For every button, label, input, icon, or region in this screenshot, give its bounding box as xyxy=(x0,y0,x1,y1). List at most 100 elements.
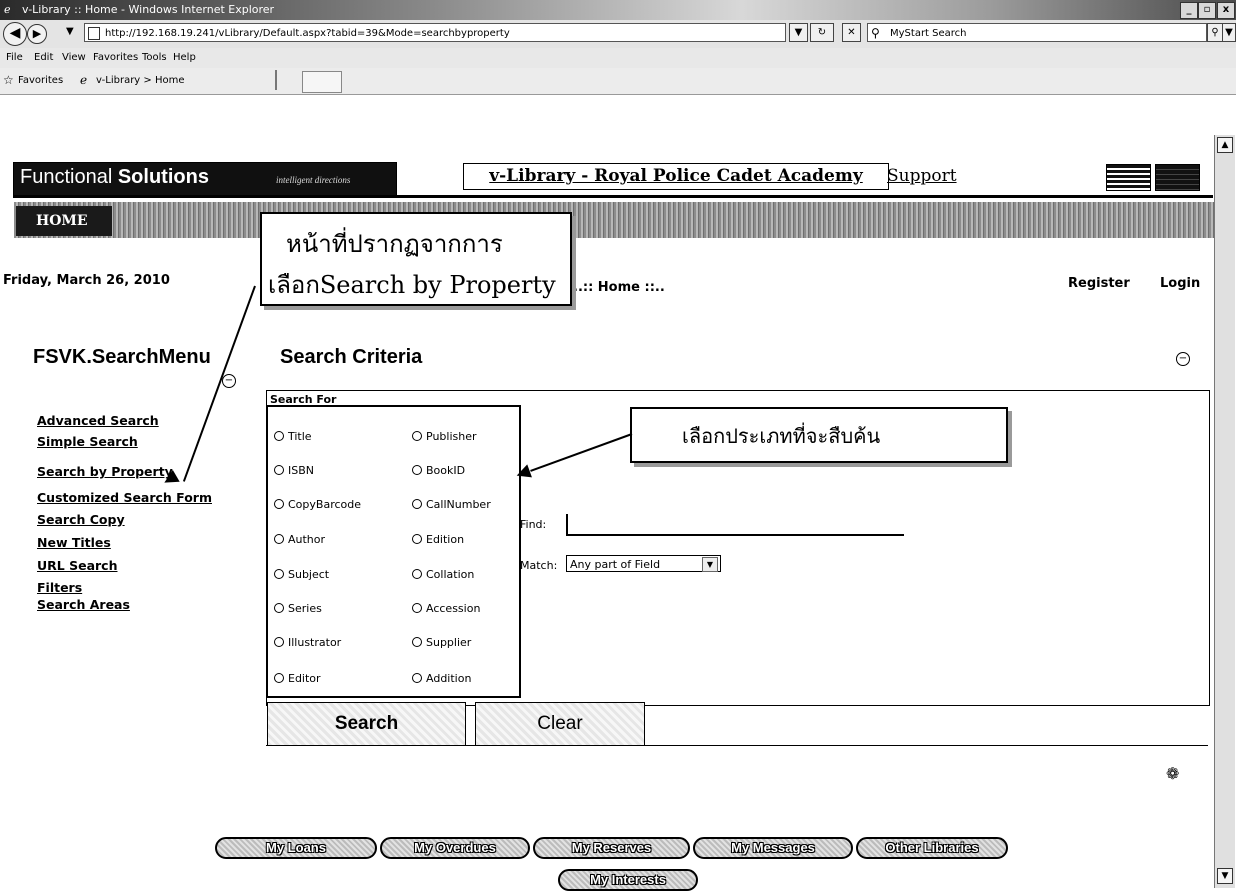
minimize-button[interactable]: _ xyxy=(1180,2,1198,19)
radio-collation[interactable]: Collation xyxy=(412,568,474,581)
tab-page-icon: ℯ xyxy=(80,73,88,87)
favorites-bar: ☆ Favorites ℯ v-Library > Home xyxy=(0,68,1236,95)
radio-title[interactable]: Title xyxy=(274,430,312,443)
my-reserves-button[interactable]: My Reserves xyxy=(533,837,690,859)
other-libraries-button[interactable]: Other Libraries xyxy=(856,837,1008,859)
radio-label: ISBN xyxy=(288,464,315,477)
radio-copybarcode[interactable]: CopyBarcode xyxy=(274,498,361,511)
menu-simple-search[interactable]: Simple Search xyxy=(37,434,138,449)
radio-addition[interactable]: Addition xyxy=(412,672,471,685)
radio-button[interactable] xyxy=(274,431,284,441)
radio-button[interactable] xyxy=(274,603,284,613)
menu-tools[interactable]: Tools xyxy=(142,52,167,63)
search-button[interactable]: Search xyxy=(267,702,466,746)
my-loans-button[interactable]: My Loans xyxy=(215,837,377,859)
radio-supplier[interactable]: Supplier xyxy=(412,636,471,649)
refresh-icon[interactable]: ↻ xyxy=(810,23,834,42)
forward-button[interactable]: ▶ xyxy=(27,24,47,44)
site-title[interactable]: v-Library - Royal Police Cadet Academy xyxy=(463,163,889,190)
stop-icon[interactable]: ✕ xyxy=(842,23,861,42)
search-icon: ⚲ xyxy=(871,26,880,40)
address-bar[interactable]: http://192.168.19.241/vLibrary/Default.a… xyxy=(84,23,786,42)
search-criteria-title: Search Criteria xyxy=(280,346,423,368)
menu-file[interactable]: File xyxy=(6,52,23,63)
criteria-collapse-icon[interactable]: − xyxy=(1176,352,1190,366)
radio-accession[interactable]: Accession xyxy=(412,602,480,615)
search-dropdown-icon[interactable]: ▼ xyxy=(1222,23,1236,42)
history-dropdown-icon[interactable]: ▼ xyxy=(66,26,74,37)
radio-edition[interactable]: Edition xyxy=(412,533,464,546)
radio-label: Edition xyxy=(426,533,465,546)
radio-button[interactable] xyxy=(274,637,284,647)
radio-series[interactable]: Series xyxy=(274,602,322,615)
menu-edit[interactable]: Edit xyxy=(34,52,53,63)
menu-filters[interactable]: Filters xyxy=(37,580,82,595)
my-interests-button[interactable]: My Interests xyxy=(558,869,698,891)
register-link[interactable]: Register xyxy=(1068,276,1130,291)
radio-button[interactable] xyxy=(412,534,422,544)
scroll-down-icon[interactable]: ▼ xyxy=(1217,868,1233,884)
menu-view[interactable]: View xyxy=(62,52,86,63)
my-messages-button[interactable]: My Messages xyxy=(693,837,853,859)
clear-button[interactable]: Clear xyxy=(475,702,645,746)
maximize-button[interactable]: ▫ xyxy=(1198,2,1216,19)
english-flag-icon[interactable] xyxy=(1106,164,1151,191)
radio-publisher[interactable]: Publisher xyxy=(412,430,477,443)
thai-flag-icon[interactable] xyxy=(1155,164,1200,191)
radio-button[interactable] xyxy=(412,465,422,475)
back-button[interactable]: ◀ xyxy=(3,22,27,46)
menu-url-search[interactable]: URL Search xyxy=(37,558,117,573)
brand-name: Functional Solutions xyxy=(20,166,209,189)
find-input[interactable] xyxy=(566,514,904,536)
radio-label: Accession xyxy=(426,602,481,615)
favorites-button[interactable]: Favorites xyxy=(18,75,63,86)
radio-button[interactable] xyxy=(274,673,284,683)
collapse-icon[interactable]: − xyxy=(222,374,236,388)
close-window-button[interactable]: x xyxy=(1217,2,1235,19)
login-link[interactable]: Login xyxy=(1160,276,1200,291)
menu-new-titles[interactable]: New Titles xyxy=(37,535,111,550)
radio-button[interactable] xyxy=(412,603,422,613)
radio-button[interactable] xyxy=(412,673,422,683)
radio-button[interactable] xyxy=(274,534,284,544)
radio-callnumber[interactable]: CallNumber xyxy=(412,498,491,511)
radio-illustrator[interactable]: Illustrator xyxy=(274,636,341,649)
my-overdues-button[interactable]: My Overdues xyxy=(380,837,530,859)
address-dropdown-icon[interactable]: ▼ xyxy=(789,23,808,42)
radio-button[interactable] xyxy=(412,637,422,647)
match-label: Match: xyxy=(520,559,558,572)
radio-button[interactable] xyxy=(274,465,284,475)
radio-button[interactable] xyxy=(412,499,422,509)
menu-customized-search-form[interactable]: Customized Search Form xyxy=(37,490,212,505)
menu-search-areas[interactable]: Search Areas xyxy=(37,597,130,612)
browser-tab[interactable]: v-Library > Home xyxy=(96,75,185,86)
search-input[interactable]: MyStart Search xyxy=(867,23,1207,42)
radio-isbn[interactable]: ISBN xyxy=(274,464,314,477)
match-select[interactable]: Any part of Field ▼ xyxy=(566,555,721,572)
support-link[interactable]: Support xyxy=(887,166,957,186)
radio-editor[interactable]: Editor xyxy=(274,672,321,685)
menu-search-copy[interactable]: Search Copy xyxy=(37,512,125,527)
radio-button[interactable] xyxy=(274,569,284,579)
radio-subject[interactable]: Subject xyxy=(274,568,329,581)
radio-label: Addition xyxy=(426,672,472,685)
menu-help[interactable]: Help xyxy=(173,52,196,63)
radio-bookid[interactable]: BookID xyxy=(412,464,465,477)
radio-button[interactable] xyxy=(274,499,284,509)
radio-label: Editor xyxy=(288,672,321,685)
menu-favorites[interactable]: Favorites xyxy=(93,52,138,63)
new-tab-button[interactable] xyxy=(302,71,342,93)
radio-author[interactable]: Author xyxy=(274,533,325,546)
radio-button[interactable] xyxy=(412,431,422,441)
radio-button[interactable] xyxy=(412,569,422,579)
page-scrollbar[interactable]: ▲ ▼ xyxy=(1214,135,1235,888)
menu-advanced-search[interactable]: Advanced Search xyxy=(37,413,159,428)
chevron-down-icon[interactable]: ▼ xyxy=(702,557,718,572)
menu-search-by-property[interactable]: Search by Property xyxy=(37,464,173,479)
annotation-line-2: เลือกSearch by Property xyxy=(268,271,556,299)
search-go-icon[interactable]: ⚲ xyxy=(1207,23,1223,42)
scroll-up-icon[interactable]: ▲ xyxy=(1217,137,1233,153)
address-toolbar: ◀ ▶ ▼ http://192.168.19.241/vLibrary/Def… xyxy=(0,20,1236,49)
brand-plain: Functional xyxy=(20,166,118,188)
tab-home[interactable]: HOME xyxy=(16,206,112,236)
